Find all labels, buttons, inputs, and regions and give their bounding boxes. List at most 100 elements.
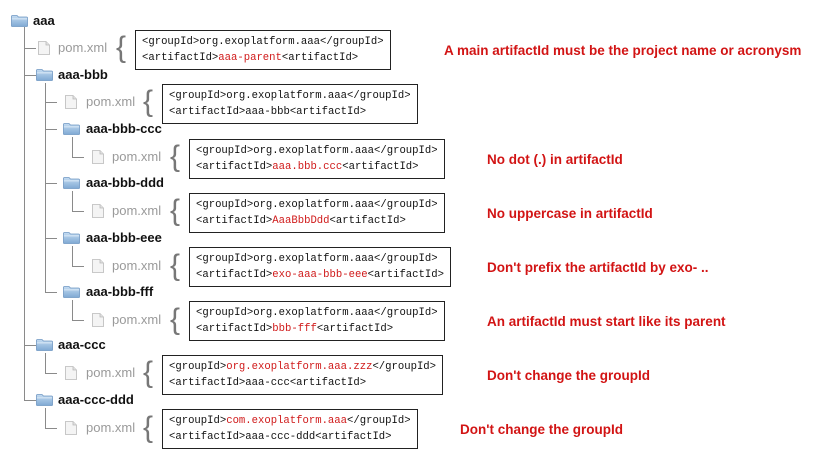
brace-icon: { [143, 85, 154, 118]
groupid-value: org.exoplatform.aaa [253, 145, 375, 157]
pom-snippet-aaa-bbb-eee: <groupId>org.exoplatform.aaa</groupId> <a… [189, 247, 451, 287]
artifactid-value: AaaBbbDdd [272, 215, 330, 227]
artifactid-close-tag: <artifactId> [289, 106, 367, 118]
artifactid-line: <artifactId>aaa-parent<artifactId> [142, 50, 384, 66]
tree-line-aaa-bbb [24, 75, 36, 76]
pom-snippet-aaa-bbb: <groupId>org.exoplatform.aaa</groupId> <a… [162, 84, 418, 124]
artifactid-open-tag: <artifactId> [169, 431, 246, 443]
folder-name: aaa-bbb-fff [86, 284, 154, 299]
folder-name: aaa-bbb-ddd [86, 175, 164, 190]
file-name: pom.xml [86, 365, 136, 380]
folder-icon [36, 69, 53, 81]
tree-line-aaa-ccc [24, 345, 36, 346]
pom-snippet-aaa-bbb-fff: <groupId>org.exoplatform.aaa</groupId> <a… [189, 301, 445, 341]
artifactid-open-tag: <artifactId> [196, 161, 273, 173]
groupid-close-tag: </groupId> [320, 36, 384, 48]
rule-note-no-uppercase: No uppercase in artifactId [487, 206, 653, 221]
artifactid-open-tag: <artifactId> [196, 323, 273, 335]
groupid-line: <groupId>org.exoplatform.aaa.zzz</groupI… [169, 359, 436, 375]
artifactid-line: <artifactId>aaa-ccc<artifactId> [169, 375, 436, 391]
tree-line-ddd-pom-h [72, 211, 84, 212]
tree-line-bbb-pom [45, 102, 57, 103]
groupid-line: <groupId>org.exoplatform.aaa</groupId> [142, 34, 384, 50]
artifactid-open-tag: <artifactId> [196, 269, 273, 281]
artifactid-open-tag: <artifactId> [169, 106, 246, 118]
folder-name: aaa-bbb-ccc [86, 121, 162, 136]
brace-icon: { [170, 140, 181, 173]
tree-line-ccc-pom-h [72, 157, 84, 158]
groupid-value: org.exoplatform.aaa [199, 36, 321, 48]
artifactid-line: <artifactId>aaa.bbb.ccc<artifactId> [196, 159, 438, 175]
tree-line-acccddd-pom-v [45, 408, 46, 428]
groupid-open-tag: <groupId> [196, 145, 254, 157]
rule-note-no-dot: No dot (.) in artifactId [487, 152, 623, 167]
artifactid-value: aaa.bbb.ccc [272, 161, 343, 173]
folder-icon [63, 232, 80, 244]
groupid-value: com.exoplatform.aaa [226, 415, 348, 427]
brace-icon: { [143, 411, 154, 444]
tree-line-bbb-ccc [45, 129, 57, 130]
groupid-open-tag: <groupId> [196, 253, 254, 265]
file-name: pom.xml [112, 258, 162, 273]
file-icon [65, 366, 77, 380]
rule-note-groupid-1: Don't change the groupId [487, 368, 650, 383]
artifactid-line: <artifactId>AaaBbbDdd<artifactId> [196, 213, 438, 229]
file-icon [92, 204, 104, 218]
groupid-open-tag: <groupId> [169, 415, 227, 427]
tree-line-bbb-eee [45, 238, 57, 239]
groupid-open-tag: <groupId> [142, 36, 200, 48]
pom-snippet-aaa-bbb-ddd: <groupId>org.exoplatform.aaa</groupId> <a… [189, 193, 445, 233]
artifactid-value: exo-aaa-bbb-eee [272, 269, 368, 281]
folder-icon [63, 286, 80, 298]
groupid-open-tag: <groupId> [196, 307, 254, 319]
artifactid-value: aaa-parent [218, 52, 282, 64]
tree-line-ccc-pom-v [72, 137, 73, 157]
pom-snippet-aaa-ccc-ddd: <groupId>com.exoplatform.aaa</groupId> <a… [162, 409, 418, 449]
pom-snippet-root: <groupId>org.exoplatform.aaa</groupId> <a… [135, 30, 391, 70]
tree-line-bbb-fff [45, 292, 57, 293]
file-name: pom.xml [112, 149, 162, 164]
groupid-close-tag: </groupId> [374, 307, 438, 319]
artifactid-open-tag: <artifactId> [196, 215, 273, 227]
brace-icon: { [170, 303, 181, 336]
file-name: pom.xml [112, 203, 162, 218]
artifactid-line: <artifactId>aaa-ccc-ddd<artifactId> [169, 429, 411, 445]
artifactid-open-tag: <artifactId> [169, 377, 246, 389]
rule-note-no-exo-prefix: Don't prefix the artifactId by exo- .. [487, 260, 709, 275]
folder-icon [11, 15, 28, 27]
folder-name: aaa-bbb-eee [86, 230, 162, 245]
artifactid-line: <artifactId>aaa-bbb<artifactId> [169, 104, 411, 120]
groupid-value: org.exoplatform.aaa [253, 307, 375, 319]
artifactid-close-tag: <artifactId> [316, 323, 394, 335]
file-icon [92, 150, 104, 164]
file-icon [65, 95, 77, 109]
file-name: pom.xml [86, 94, 136, 109]
groupid-open-tag: <groupId> [196, 199, 254, 211]
artifactid-close-tag: <artifactId> [315, 431, 392, 443]
groupid-line: <groupId>org.exoplatform.aaa</groupId> [196, 197, 438, 213]
artifactid-value: bbb-fff [272, 323, 317, 335]
groupid-close-tag: </groupId> [374, 253, 438, 265]
groupid-value: org.exoplatform.aaa [253, 253, 375, 265]
file-icon [65, 421, 77, 435]
tree-line-aaa-ccc-ddd [24, 400, 36, 401]
groupid-line: <groupId>com.exoplatform.aaa</groupId> [169, 413, 411, 429]
rule-note-start-like-parent: An artifactId must start like its parent [487, 314, 726, 329]
pom-snippet-aaa-ccc: <groupId>org.exoplatform.aaa.zzz</groupI… [162, 355, 444, 395]
folder-name: aaa-ccc-ddd [58, 392, 134, 407]
tree-line-eee-pom-h [72, 266, 84, 267]
groupid-line: <groupId>org.exoplatform.aaa</groupId> [196, 143, 438, 159]
artifactid-value: aaa-ccc-ddd [245, 431, 316, 443]
groupid-close-tag: </groupId> [374, 199, 438, 211]
tree-line-acccddd-pom-h [45, 428, 57, 429]
groupid-line: <groupId>org.exoplatform.aaa</groupId> [196, 305, 438, 321]
file-icon [92, 313, 104, 327]
groupid-close-tag: </groupId> [372, 361, 437, 373]
groupid-close-tag: </groupId> [374, 145, 438, 157]
groupid-value: org.exoplatform.aaa [226, 90, 348, 102]
rule-note-groupid-2: Don't change the groupId [460, 422, 623, 437]
groupid-open-tag: <groupId> [169, 361, 227, 373]
tree-line-root-pom [24, 48, 36, 49]
brace-icon: { [116, 31, 127, 64]
artifactid-close-tag: <artifactId> [329, 215, 406, 227]
